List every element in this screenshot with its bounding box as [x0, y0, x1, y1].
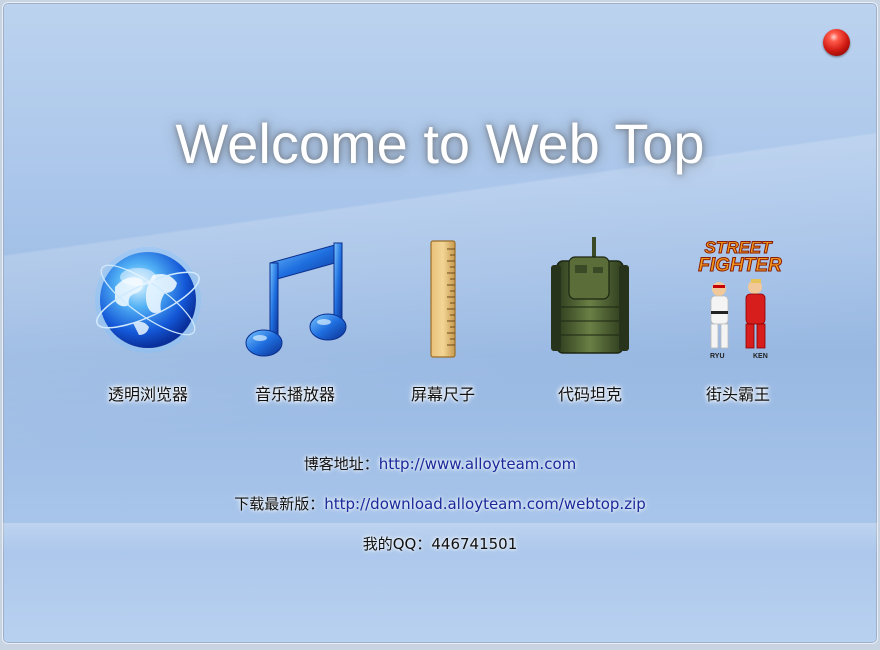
qq-number: 446741501 — [431, 535, 518, 553]
tank-icon — [551, 237, 629, 354]
close-button[interactable] — [823, 29, 850, 56]
music-note-icon — [245, 242, 347, 357]
welcome-title: Welcome to Web Top — [175, 112, 705, 175]
app-label: 街头霸王 — [705, 385, 770, 404]
ruler-icon — [430, 240, 456, 358]
blog-info: 博客地址：http://www.alloyteam.com — [3, 453, 877, 474]
blog-link[interactable]: http://www.alloyteam.com — [379, 455, 576, 473]
app-label: 音乐播放器 — [254, 385, 335, 404]
app-screen-ruler[interactable]: 屏幕尺子 — [378, 235, 508, 410]
qq-label: 我的QQ： — [362, 535, 432, 553]
sf-ryu-label: RYU — [710, 353, 725, 360]
app-music-player[interactable]: 音乐播放器 — [230, 235, 360, 410]
app-launcher-row: 透明浏览器 音乐播放器 屏幕尺子 代码坦克 STREET FIGHTER RYU… — [3, 235, 877, 415]
sf-ken-label: KEN — [753, 353, 768, 360]
app-street-fighter[interactable]: STREET FIGHTER RYU KEN 街头霸王 — [673, 235, 803, 410]
blog-label: 博客地址： — [303, 455, 379, 473]
globe-icon — [95, 247, 201, 353]
app-label: 代码坦克 — [557, 385, 622, 404]
download-label: 下载最新版： — [234, 495, 325, 513]
app-transparent-browser[interactable]: 透明浏览器 — [83, 235, 213, 410]
download-link[interactable]: http://download.alloyteam.com/webtop.zip — [324, 495, 646, 513]
webtop-window: Welcome to Web Top 透明浏览器 音乐播放器 屏幕尺子 代码坦克… — [2, 2, 878, 644]
app-label: 屏幕尺子 — [410, 385, 475, 404]
sf-logo-line2: FIGHTER — [698, 255, 782, 276]
street-fighter-icon: STREET FIGHTER RYU KEN — [698, 238, 783, 361]
qq-info: 我的QQ：446741501 — [3, 533, 877, 554]
app-label: 透明浏览器 — [107, 385, 188, 404]
download-info: 下载最新版：http://download.alloyteam.com/webt… — [3, 493, 877, 514]
app-code-tank[interactable]: 代码坦克 — [525, 235, 655, 410]
